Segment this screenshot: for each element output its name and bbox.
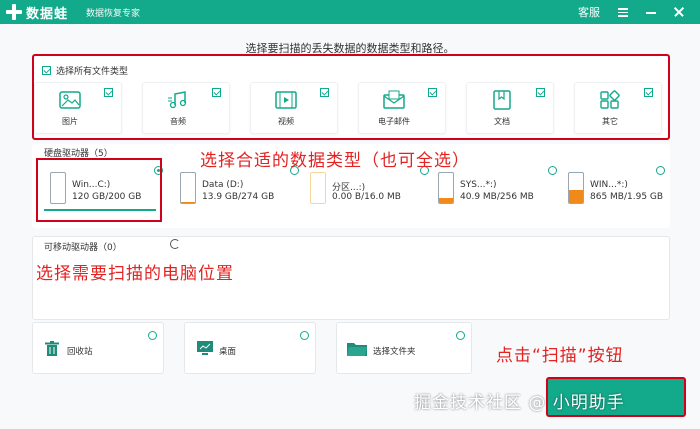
drive-d[interactable]: Data (D:) 13.9 GB/274 GB xyxy=(176,166,301,214)
drive-size: 40.9 MB/256 MB xyxy=(460,192,534,202)
music-icon xyxy=(168,91,187,109)
document-icon xyxy=(493,90,511,110)
recycle-bin-icon xyxy=(45,341,59,356)
drive-name: Data (D:) xyxy=(202,180,244,190)
drive-sys[interactable]: SYS...*:) 40.9 MB/256 MB xyxy=(434,166,559,214)
annotation-location: 选择需要扫描的电脑位置 xyxy=(36,264,234,284)
app-brand: 数据蛙 xyxy=(26,6,69,22)
email-checkbox[interactable] xyxy=(428,88,437,97)
drive-partition[interactable]: 分区...:) 0.00 B/16.0 MB xyxy=(306,166,431,214)
folder-icon xyxy=(347,343,367,356)
type-card-other[interactable]: 其它 xyxy=(574,82,662,134)
video-icon xyxy=(275,91,297,109)
type-label-other: 其它 xyxy=(602,117,618,126)
location-folder[interactable]: 选择文件夹 xyxy=(336,322,472,374)
drive-icon xyxy=(310,172,326,204)
location-label: 选择文件夹 xyxy=(373,347,416,357)
drive-name: WIN...*:) xyxy=(590,180,628,190)
type-card-email[interactable]: 电子邮件 xyxy=(358,82,446,134)
removable-title: 可移动驱动器（0） xyxy=(44,243,122,253)
menu-icon[interactable] xyxy=(616,5,630,19)
audio-checkbox[interactable] xyxy=(212,88,221,97)
type-card-document[interactable]: 文档 xyxy=(466,82,554,134)
customer-service-link[interactable]: 客服 xyxy=(578,4,600,20)
type-label-image: 图片 xyxy=(62,117,78,126)
app-window: 数据蛙 数据恢复专家 客服 选择要扫描的丢失数据的数据类型和路径。 选择所有文件… xyxy=(0,0,700,429)
email-icon xyxy=(383,90,405,109)
location-label: 回收站 xyxy=(67,347,93,357)
location-desktop[interactable]: 桌面 xyxy=(184,322,316,374)
type-label-document: 文档 xyxy=(494,117,510,126)
location-radio[interactable] xyxy=(300,331,309,340)
drive-selected-bar xyxy=(44,209,156,211)
type-label-email: 电子邮件 xyxy=(378,117,410,126)
app-subtitle: 数据恢复专家 xyxy=(86,8,141,19)
select-all-types[interactable]: 选择所有文件类型 xyxy=(42,64,128,77)
drive-icon xyxy=(180,172,196,204)
video-checkbox[interactable] xyxy=(320,88,329,97)
minimize-icon[interactable] xyxy=(644,5,658,19)
desktop-icon xyxy=(197,341,213,355)
image-checkbox[interactable] xyxy=(104,88,113,97)
drive-radio[interactable] xyxy=(548,166,557,175)
refresh-icon[interactable] xyxy=(170,239,180,249)
close-icon[interactable] xyxy=(672,5,686,19)
type-label-audio: 音频 xyxy=(170,117,186,126)
other-icon xyxy=(600,90,620,109)
document-checkbox[interactable] xyxy=(536,88,545,97)
app-logo: 数据蛙 xyxy=(6,0,68,24)
drive-icon xyxy=(438,172,454,204)
drive-win[interactable]: WIN...*:) 865 MB/1.95 GB xyxy=(564,166,668,214)
drive-radio[interactable] xyxy=(656,166,665,175)
type-card-video[interactable]: 视频 xyxy=(250,82,338,134)
location-radio[interactable] xyxy=(148,331,157,340)
type-label-video: 视频 xyxy=(278,117,294,126)
location-recycle-bin[interactable]: 回收站 xyxy=(32,322,164,374)
annotation-scan: 点击“扫描”按钮 xyxy=(496,346,624,366)
drive-size: 865 MB/1.95 GB xyxy=(590,192,664,202)
title-bar: 数据蛙 数据恢复专家 客服 xyxy=(0,0,700,24)
drive-size: 13.9 GB/274 GB xyxy=(202,192,275,202)
watermark-text: 掘金技术社区 @ 小明助手 xyxy=(414,393,625,413)
type-card-image[interactable]: 图片 xyxy=(34,82,122,134)
annotation-types: 选择合适的数据类型（也可全选） xyxy=(200,151,470,171)
plus-logo-icon xyxy=(6,4,22,20)
drive-name: SYS...*:) xyxy=(460,180,497,190)
other-checkbox[interactable] xyxy=(644,88,653,97)
drive-highlight-box xyxy=(36,158,162,222)
drive-size: 0.00 B/16.0 MB xyxy=(332,192,401,202)
location-label: 桌面 xyxy=(219,347,237,357)
select-all-checkbox[interactable] xyxy=(42,66,51,75)
file-type-panel: 选择所有文件类型 图片 音频 视频 电子邮件 文档 其它 xyxy=(32,54,670,140)
location-radio[interactable] xyxy=(456,331,465,340)
image-icon xyxy=(59,91,81,109)
select-all-label: 选择所有文件类型 xyxy=(56,67,129,77)
type-card-audio[interactable]: 音频 xyxy=(142,82,230,134)
drive-icon xyxy=(568,172,584,204)
